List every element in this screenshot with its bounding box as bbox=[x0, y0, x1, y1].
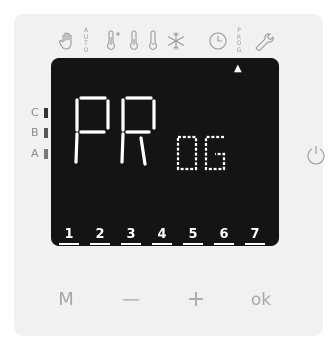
zone-label-b: B bbox=[31, 126, 39, 139]
zone-label-c: C bbox=[31, 106, 39, 119]
day-2: 2 bbox=[95, 227, 105, 242]
mode-icon-row: A U T O P R O G bbox=[0, 27, 334, 58]
ok-button[interactable]: ok bbox=[241, 290, 281, 310]
auto-label: A U T O bbox=[83, 27, 89, 54]
indicator-arrow: ▲ bbox=[234, 63, 242, 74]
day-4: 4 bbox=[157, 227, 167, 242]
day-3: 3 bbox=[126, 227, 136, 242]
wrench-icon bbox=[252, 28, 276, 54]
zone-label-a: A bbox=[31, 147, 39, 160]
prog-label: P R O G bbox=[236, 27, 242, 54]
day-5-underline bbox=[183, 243, 203, 245]
thermometer-low-icon bbox=[141, 28, 165, 54]
clock-icon bbox=[206, 28, 230, 54]
power-icon bbox=[307, 146, 325, 165]
power-button[interactable] bbox=[305, 144, 327, 166]
day-6-underline bbox=[214, 243, 234, 245]
lcd-display: ▲ PR OG 1 2 3 4 5 6 bbox=[51, 58, 279, 246]
day-2-underline bbox=[90, 243, 110, 245]
zone-bar-a bbox=[44, 149, 48, 159]
day-5: 5 bbox=[188, 227, 198, 242]
snowflake-icon bbox=[164, 28, 188, 54]
zone-bar-b bbox=[44, 128, 48, 138]
hand-icon bbox=[56, 28, 80, 54]
day-6: 6 bbox=[219, 227, 229, 242]
minus-button[interactable]: — bbox=[111, 290, 151, 310]
zone-bar-c bbox=[44, 108, 48, 118]
plus-button[interactable]: + bbox=[176, 289, 216, 311]
sub-segment-text bbox=[176, 135, 226, 171]
day-3-underline bbox=[121, 243, 141, 245]
day-1-underline bbox=[59, 243, 79, 245]
day-1: 1 bbox=[64, 227, 74, 242]
main-segment-text bbox=[74, 96, 156, 166]
mode-button[interactable]: M bbox=[46, 290, 86, 310]
day-4-underline bbox=[152, 243, 172, 245]
weekday-row: 1 2 3 4 5 6 7 bbox=[51, 227, 279, 245]
day-7: 7 bbox=[250, 227, 260, 242]
day-7-underline bbox=[245, 243, 265, 245]
